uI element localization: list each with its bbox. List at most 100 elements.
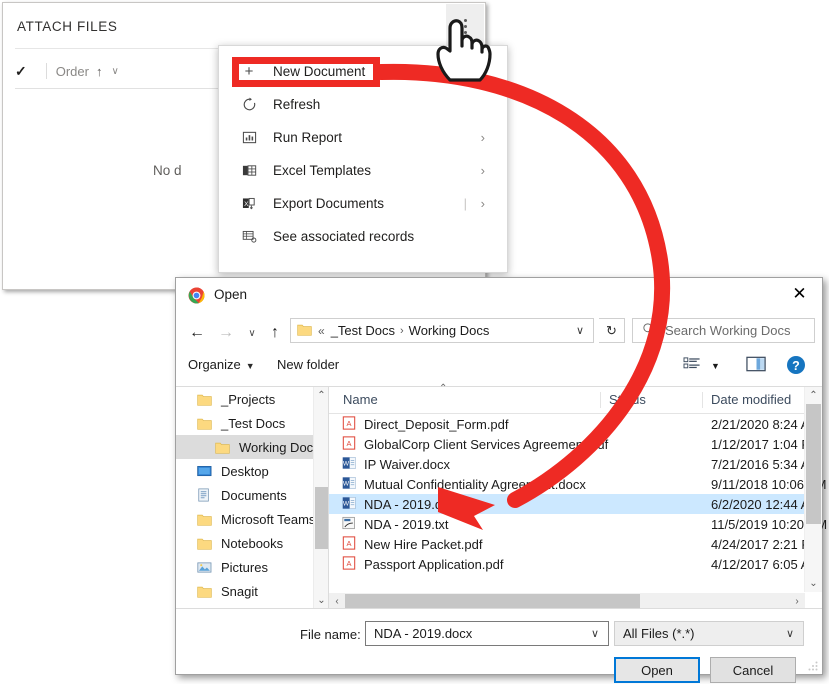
nav-item-microsoft-teams[interactable]: Microsoft Teams bbox=[176, 507, 328, 531]
breadcrumb-arrow-icon[interactable]: › bbox=[400, 325, 404, 337]
chevron-down-icon[interactable]: ∨ bbox=[786, 627, 794, 640]
page-title: ATTACH FILES bbox=[17, 19, 118, 34]
menu-item-excel-templates[interactable]: Excel Templates › bbox=[219, 154, 507, 187]
documents-icon bbox=[194, 488, 214, 502]
scrollbar-thumb[interactable] bbox=[315, 487, 328, 549]
search-icon bbox=[642, 322, 656, 339]
preview-pane-button[interactable] bbox=[746, 355, 767, 376]
scroll-down-icon[interactable]: ⌄ bbox=[314, 592, 328, 609]
folder-icon bbox=[194, 393, 214, 406]
hscrollbar-thumb[interactable] bbox=[345, 594, 640, 608]
text-icon bbox=[342, 516, 358, 532]
dialog-body: _Projects _Test Docs Working Docs Deskto… bbox=[176, 383, 827, 609]
export-excel-icon: X bbox=[237, 196, 261, 211]
scroll-up-icon[interactable]: ⌃ bbox=[314, 387, 328, 404]
file-type-select[interactable]: All Files (*.*) ∨ bbox=[614, 621, 804, 646]
file-list-scrollbar[interactable]: ⌃ ⌄ bbox=[804, 387, 822, 592]
scroll-up-icon[interactable]: ⌃ bbox=[805, 387, 822, 404]
menu-item-label: See associated records bbox=[273, 229, 415, 244]
refresh-icon bbox=[237, 97, 261, 112]
file-row[interactable]: A GlobalCorp Client Services Agreement.p… bbox=[329, 434, 822, 454]
file-name: NDA - 2019.docx bbox=[364, 496, 463, 512]
file-list-header: Name ⌃ Status Date modified bbox=[329, 383, 822, 414]
file-row[interactable]: A New Hire Packet.pdf 4/24/2017 2:21 PM bbox=[329, 534, 822, 554]
address-bar[interactable]: « _Test Docs › Working Docs ∨ bbox=[290, 318, 594, 343]
svg-text:A: A bbox=[347, 419, 352, 428]
refresh-icon[interactable]: ↻ bbox=[599, 318, 625, 343]
nav-item-snagit[interactable]: Snagit bbox=[176, 579, 328, 603]
scroll-down-icon[interactable]: ⌄ bbox=[805, 575, 822, 592]
address-dropdown-icon[interactable]: ∨ bbox=[576, 324, 584, 337]
help-button[interactable]: ? bbox=[786, 355, 806, 378]
nav-item-desktop[interactable]: Desktop bbox=[176, 459, 328, 483]
file-name: Mutual Confidentiality Agreement.docx bbox=[364, 476, 586, 492]
file-name-input[interactable]: NDA - 2019.docx ∨ bbox=[365, 621, 609, 646]
nav-item-notebooks[interactable]: Notebooks bbox=[176, 531, 328, 555]
file-row[interactable]: A Direct_Deposit_Form.pdf 2/21/2020 8:24… bbox=[329, 414, 822, 434]
folder-icon bbox=[194, 417, 214, 430]
chevron-down-icon[interactable]: ∨ bbox=[591, 627, 599, 640]
resize-grip-icon[interactable] bbox=[808, 661, 818, 671]
up-one-level-icon[interactable]: ↑ bbox=[263, 321, 287, 345]
file-row[interactable]: NDA - 2019.txt 11/5/2019 10:20 PM bbox=[329, 514, 827, 534]
nav-item-projects[interactable]: _Projects bbox=[176, 387, 328, 411]
file-name-label: File name: bbox=[300, 627, 361, 642]
new-document-highlight-box bbox=[232, 57, 380, 87]
nav-item-working-docs[interactable]: Working Docs bbox=[176, 435, 328, 459]
column-header-name[interactable]: Name bbox=[343, 392, 378, 407]
nav-item-label: Snagit bbox=[221, 583, 258, 599]
pdf-icon: A bbox=[342, 556, 358, 572]
scrollbar-thumb[interactable] bbox=[806, 404, 821, 524]
column-header-date-modified[interactable]: Date modified bbox=[711, 392, 791, 407]
svg-text:A: A bbox=[347, 559, 352, 568]
scroll-left-icon[interactable]: ‹ bbox=[329, 593, 345, 609]
file-name: New Hire Packet.pdf bbox=[364, 536, 483, 552]
cancel-button[interactable]: Cancel bbox=[710, 657, 796, 683]
preview-pane-icon bbox=[746, 356, 766, 372]
menu-item-export-documents[interactable]: X Export Documents | › bbox=[219, 187, 507, 220]
select-all-checkmark-icon[interactable]: ✓ bbox=[15, 63, 27, 80]
nav-item-pictures[interactable]: Pictures bbox=[176, 555, 328, 579]
forward-icon[interactable]: → bbox=[214, 321, 238, 345]
file-row[interactable]: A Passport Application.pdf 4/12/2017 6:0… bbox=[329, 554, 822, 574]
scroll-right-icon[interactable]: › bbox=[789, 593, 805, 609]
recent-locations-chevron-icon[interactable]: ∨ bbox=[240, 321, 264, 345]
svg-text:?: ? bbox=[792, 359, 800, 373]
pdf-icon: A bbox=[342, 416, 358, 432]
view-list-icon bbox=[683, 356, 702, 376]
open-file-dialog: Open ✕ ← → ∨ ↑ « _Test Docs › Working Do… bbox=[175, 277, 827, 683]
organize-button[interactable]: Organize ▼ bbox=[188, 357, 255, 372]
word-icon: W bbox=[342, 476, 358, 492]
column-header-status[interactable]: Status bbox=[609, 392, 646, 407]
change-view-button[interactable]: ▼ bbox=[683, 356, 720, 376]
column-divider[interactable] bbox=[600, 392, 601, 408]
file-row[interactable]: W Mutual Confidentiality Agreement.docx … bbox=[329, 474, 826, 494]
nav-pane-scrollbar[interactable]: ⌃ ⌄ bbox=[313, 387, 328, 609]
column-header-order[interactable]: Order bbox=[56, 64, 89, 79]
close-icon[interactable]: ✕ bbox=[777, 278, 822, 309]
menu-item-see-associated-records[interactable]: See associated records bbox=[219, 220, 507, 253]
menu-item-refresh[interactable]: Refresh bbox=[219, 88, 507, 121]
navigation-pane: _Projects _Test Docs Working Docs Deskto… bbox=[176, 387, 328, 609]
breadcrumb-overflow-icon[interactable]: « bbox=[318, 324, 325, 338]
report-icon bbox=[237, 130, 261, 145]
breadcrumb-item-test-docs[interactable]: _Test Docs bbox=[331, 323, 395, 338]
file-list-horizontal-scrollbar[interactable]: ‹ › bbox=[329, 593, 805, 609]
nav-item-test-docs[interactable]: _Test Docs bbox=[176, 411, 328, 435]
file-row[interactable]: W IP Waiver.docx 7/21/2016 5:34 AM bbox=[329, 454, 822, 474]
column-divider[interactable] bbox=[702, 392, 703, 408]
menu-item-run-report[interactable]: Run Report › bbox=[219, 121, 507, 154]
chevron-down-icon: ▼ bbox=[711, 361, 720, 371]
back-icon[interactable]: ← bbox=[185, 321, 209, 345]
breadcrumb-item-working-docs[interactable]: Working Docs bbox=[409, 323, 490, 338]
chevron-right-icon: › bbox=[480, 130, 485, 145]
nav-item-label: Documents bbox=[221, 487, 287, 503]
search-input[interactable]: Search Working Docs bbox=[632, 318, 815, 343]
file-row-selected[interactable]: W NDA - 2019.docx 6/2/2020 12:44 AM bbox=[329, 494, 822, 514]
folder-icon bbox=[212, 441, 232, 454]
nav-item-label: Pictures bbox=[221, 559, 268, 575]
new-folder-button[interactable]: New folder bbox=[277, 357, 339, 372]
chevron-down-icon[interactable]: ∨ bbox=[111, 66, 118, 77]
open-button[interactable]: Open bbox=[614, 657, 700, 683]
nav-item-documents[interactable]: Documents bbox=[176, 483, 328, 507]
